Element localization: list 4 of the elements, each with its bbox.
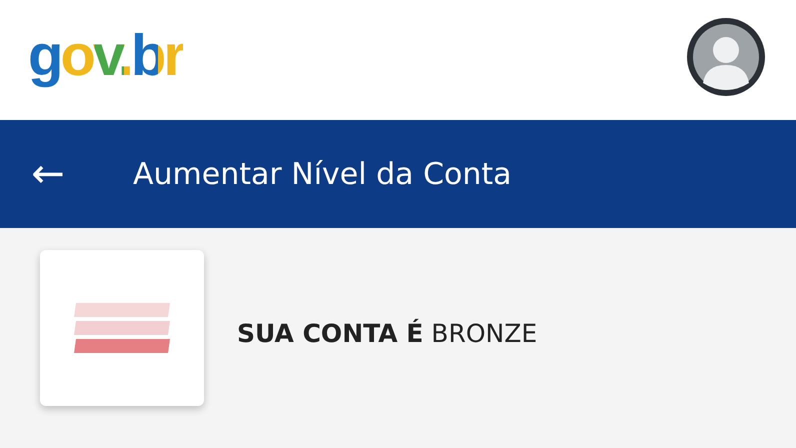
page-title: Aumentar Nível da Conta [133,156,512,192]
back-button[interactable]: ← [28,151,68,197]
avatar-icon[interactable] [686,17,766,97]
account-level-text: SUA CONTA É BRONZE [237,318,538,348]
